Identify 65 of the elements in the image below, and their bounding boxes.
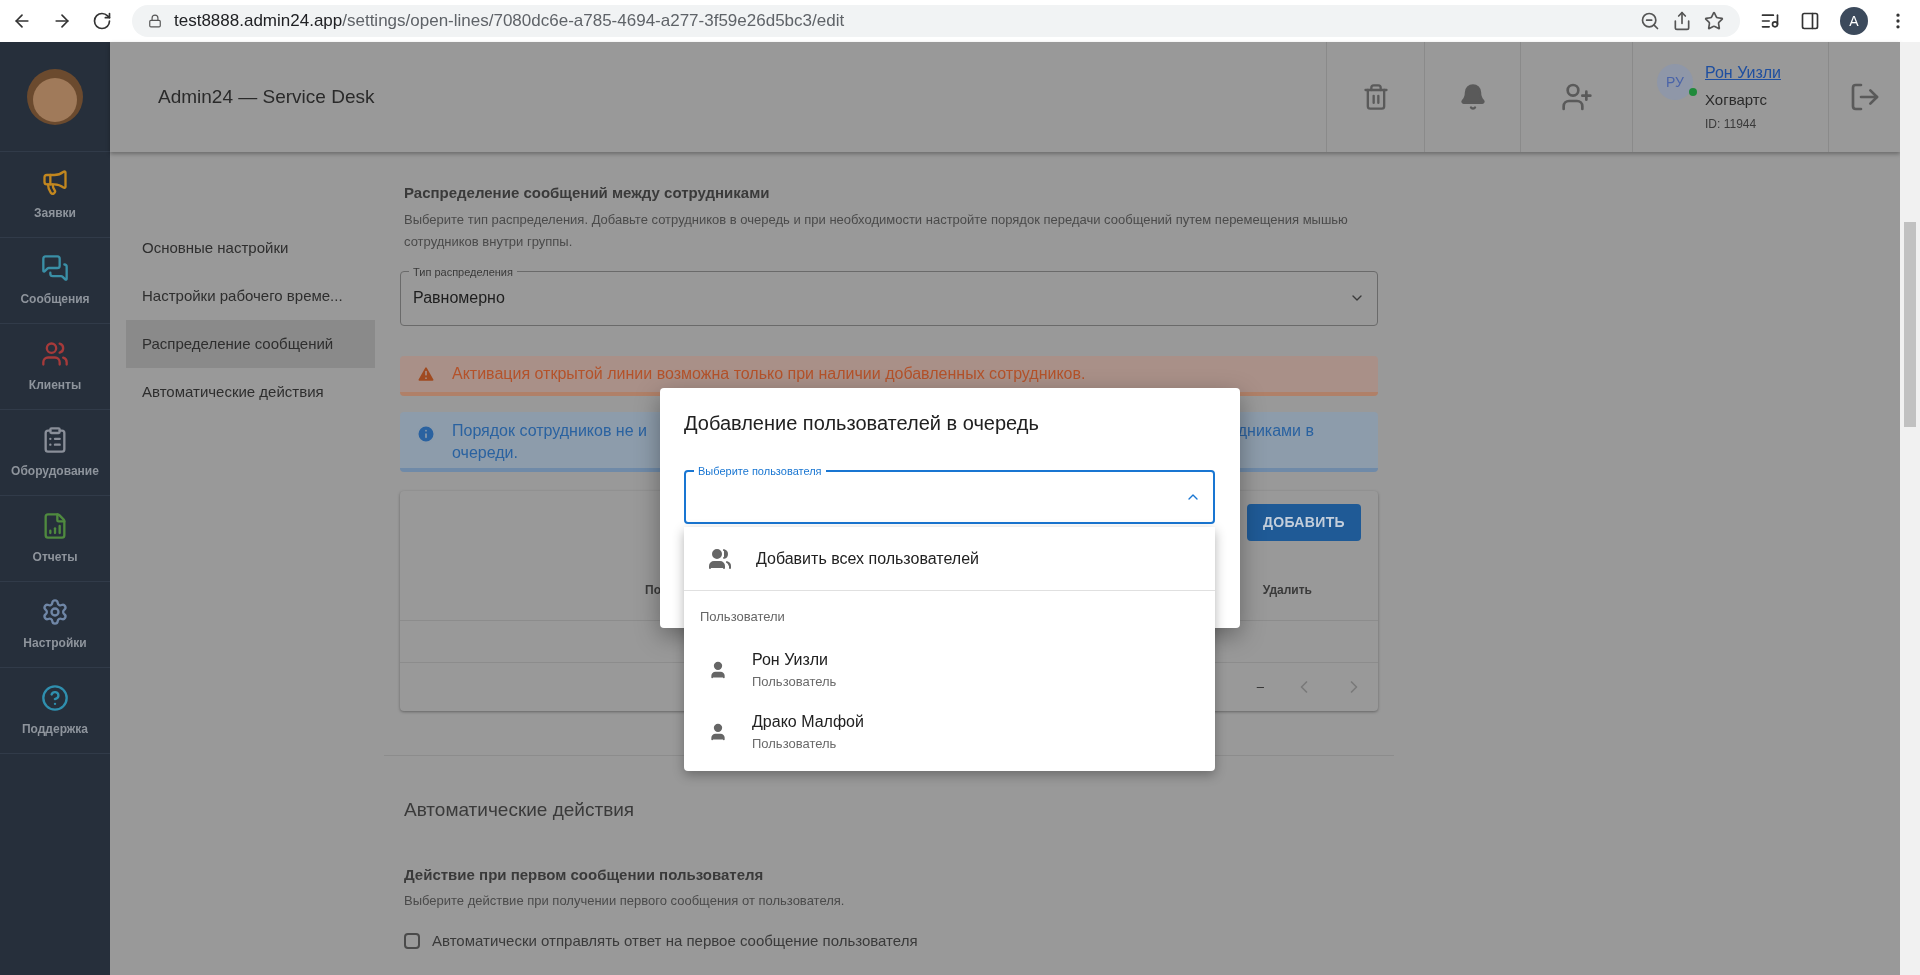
checkbox-label: Автоматически отправлять ответ на первое сообщение пользователя xyxy=(432,931,918,951)
scrollbar[interactable] xyxy=(1900,42,1920,975)
add-button[interactable]: ДОБАВИТЬ xyxy=(1246,503,1361,541)
pagination-text: – xyxy=(1256,677,1264,696)
settings-nav-item[interactable]: Основные настройки xyxy=(126,224,375,272)
person-icon xyxy=(708,721,728,742)
settings-nav-item[interactable]: Распределение сообщений xyxy=(126,320,375,368)
app-title: Admin24 — Service Desk xyxy=(158,84,375,109)
user-option-role: Пользователь xyxy=(752,734,838,753)
reload-icon[interactable] xyxy=(92,11,112,31)
avatar-icon xyxy=(25,66,85,127)
checkbox[interactable] xyxy=(404,933,420,950)
playlist-icon[interactable] xyxy=(1760,11,1780,31)
url-path: /settings/open-lines/7080dc6e-a785-4694-a277-3f59e26d5bc3/edit xyxy=(342,10,845,33)
info-text: очереди. xyxy=(452,442,519,463)
subsection-description: Выберите действие при получении первого сообщения от пользователя. xyxy=(403,891,846,910)
user-id: ID: 11944 xyxy=(1705,116,1758,134)
clients-icon xyxy=(41,339,69,368)
sidebar-item[interactable]: Заявки xyxy=(0,152,110,238)
share-icon[interactable] xyxy=(1672,11,1692,31)
sidebar-item[interactable]: Сообщения xyxy=(0,238,110,324)
side-panel-icon[interactable] xyxy=(1800,11,1820,31)
chat-icon xyxy=(41,253,69,282)
sidebar-item[interactable]: Настройки xyxy=(0,582,110,668)
select-label: Выберите пользователя xyxy=(694,463,826,480)
user-option-role: Пользователь xyxy=(752,672,837,691)
settings-nav-item[interactable]: Настройки рабочего време... xyxy=(126,272,375,320)
add-all-option[interactable]: Добавить всех пользователей xyxy=(684,527,1215,591)
settings-icon xyxy=(41,597,69,626)
column-header: По xyxy=(645,582,661,599)
sidebar-item[interactable]: Поддержка xyxy=(0,668,110,754)
section-title: Распределение сообщений между сотрудниками xyxy=(403,183,771,203)
section-description: Выберите тип распределения. Добавьте сотрудников в очередь и при необходимости настройте порядок передачи сообщений путем перемещения мышью сотрудников внутри группы. xyxy=(403,210,1349,251)
info-text: дниками в xyxy=(1237,420,1314,441)
support-icon xyxy=(41,683,69,712)
user-avatar: РУ xyxy=(1657,64,1693,100)
user-option-name: Драко Малфой xyxy=(752,711,864,732)
subsection-title: Действие при первом сообщении пользователя xyxy=(403,865,765,885)
sidebar-item[interactable]: Отчеты xyxy=(0,496,110,582)
user-option[interactable]: Драко Малфой Пользователь xyxy=(684,700,1215,763)
sidebar-item[interactable]: Оборудование xyxy=(0,410,110,496)
select-value: Равномерно xyxy=(413,288,506,308)
warning-text: Активация открытой линии возможна только при наличии добавленных сотрудников. xyxy=(452,363,1086,384)
address-bar[interactable]: test8888.admin24.app/settings/open-lines/7080dc6e-a785-4694-a277-3f59e26d5bc3/edit xyxy=(132,5,1740,37)
group-label: Пользователи xyxy=(699,608,786,626)
megaphone-icon xyxy=(41,167,69,196)
profile-avatar[interactable]: A xyxy=(1840,7,1868,35)
sidebar-item[interactable]: Клиенты xyxy=(0,324,110,410)
bell-icon[interactable] xyxy=(1458,83,1487,111)
dialog-title: Добавление пользователей в очередь xyxy=(684,411,1039,436)
person-icon xyxy=(708,659,728,680)
section-title: Автоматические действия xyxy=(403,797,636,822)
lock-icon xyxy=(148,14,162,28)
settings-nav-item[interactable]: Автоматические действия xyxy=(126,368,375,416)
add-users-icon xyxy=(708,546,732,571)
column-header: Удалить xyxy=(1262,582,1312,599)
user-name-link[interactable]: Рон Уизли xyxy=(1705,60,1781,85)
user-org: Хогвартс xyxy=(1705,89,1768,110)
url-host: test8888.admin24.app xyxy=(174,10,343,33)
info-icon xyxy=(416,423,436,444)
zoom-icon[interactable] xyxy=(1640,11,1660,31)
info-text: Порядок сотрудников не и xyxy=(452,420,647,441)
bookmark-icon[interactable] xyxy=(1704,11,1724,31)
user-option[interactable]: Рон Уизли Пользователь xyxy=(684,638,1215,701)
user-option-name: Рон Уизли xyxy=(752,649,829,670)
